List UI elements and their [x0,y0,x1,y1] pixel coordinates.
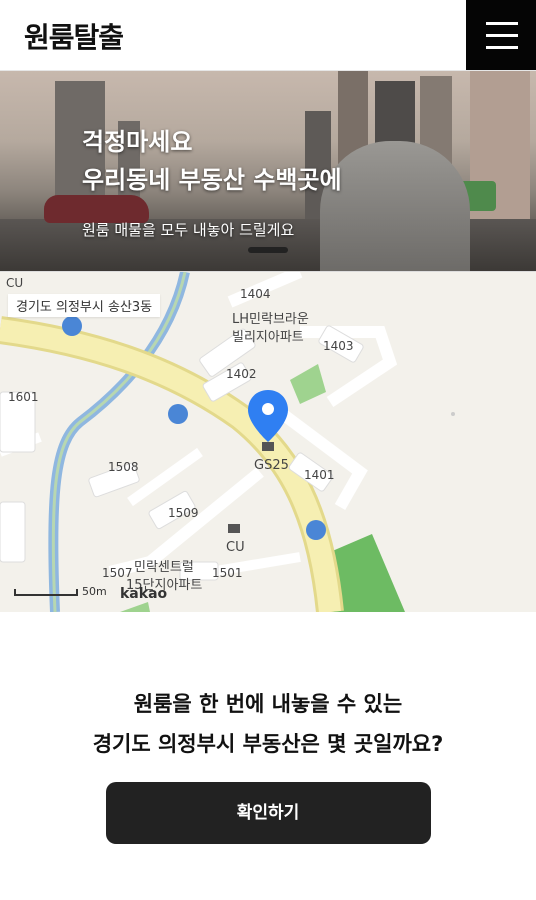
map-poi-label: GS25 [254,458,289,473]
map-poi-label: CU [6,276,24,290]
scale-bar [14,588,78,596]
hamburger-menu-button[interactable] [466,0,536,70]
map-building-label: 1404 [240,287,271,301]
map-building-label: 1507 [102,566,133,580]
map-building-label: 1508 [108,460,139,474]
bus-stop-icon [62,316,82,336]
hero-subtitle: 원룸 매물을 모두 내놓아 드릴게요 [82,221,295,239]
app-logo[interactable]: 원룸탈출 [24,16,124,56]
hero-title-line2: 우리동네 부동산 수백곳에 [82,166,342,194]
map-building-label: 1501 [212,566,243,580]
scale-label: 50m [82,585,107,598]
building-block [0,501,26,563]
map-poi-label: 민락센트럴 [134,560,194,575]
map-view[interactable]: 경기도 의정부시 송산3동 CU 1404 LH민락브라운 빌리지아파트 140… [0,271,536,612]
map-poi-label: LH민락브라운 [232,312,309,327]
map-poi-label: 빌리지아파트 [232,330,304,345]
store-icon [228,524,240,533]
map-poi-label: CU [226,540,245,555]
hamburger-line [486,34,518,37]
app-header: 원룸탈출 [0,0,536,71]
main-content: 원룸을 한 번에 내놓을 수 있는 경기도 의정부시 부동산은 몇 곳일까요? … [0,612,536,844]
hamburger-menu-icon [486,22,518,25]
confirm-button[interactable]: 확인하기 [105,782,431,844]
map-building-label: 1509 [168,506,199,520]
hero-text: 걱정마세요 우리동네 부동산 수백곳에 [82,123,342,199]
map-scale: 50m [14,585,107,598]
map-provider-logo: kakao [120,586,168,602]
map-building-label: 1402 [226,367,257,381]
map-building-label: 1601 [8,390,39,404]
location-tag: 경기도 의정부시 송산3동 [8,294,161,317]
hero-banner: 걱정마세요 우리동네 부동산 수백곳에 원룸 매물을 모두 내놓아 드릴게요 [0,71,536,271]
carousel-indicator[interactable] [248,247,288,253]
question-line2: 경기도 의정부시 부동산은 몇 곳일까요? [92,732,444,756]
question-line1: 원룸을 한 번에 내놓을 수 있는 [133,692,403,716]
hamburger-line [486,46,518,49]
store-icon [262,442,274,451]
bus-stop-icon [168,404,188,424]
map-building-label: 1403 [323,339,354,353]
hero-title-line1: 걱정마세요 [82,128,193,156]
map-building-label: 1401 [304,468,335,482]
bus-stop-icon [306,520,326,540]
hooded-person [320,141,470,271]
